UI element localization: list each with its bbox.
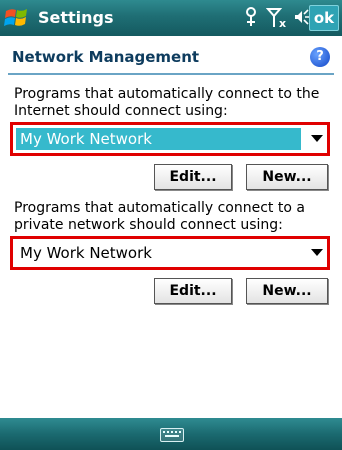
- app-title[interactable]: Settings: [38, 7, 114, 29]
- chevron-down-icon[interactable]: [311, 135, 323, 142]
- new-internet-button[interactable]: New...: [246, 164, 328, 190]
- title-bar: Settings x ok: [0, 0, 342, 36]
- edit-private-button[interactable]: Edit...: [154, 278, 232, 304]
- keyboard-icon[interactable]: [160, 428, 184, 442]
- signal-no-connection-icon[interactable]: x: [265, 7, 290, 34]
- volume-icon[interactable]: [292, 7, 310, 32]
- private-connection-prompt: Programs that automatically connect to a…: [14, 200, 305, 233]
- page-title: Network Management: [12, 48, 200, 66]
- internet-connection-prompt: Programs that automatically connect to t…: [14, 86, 320, 119]
- help-icon[interactable]: ?: [310, 47, 330, 67]
- windows-start-icon[interactable]: [4, 5, 32, 31]
- connectivity-icon[interactable]: [242, 7, 260, 32]
- private-network-dropdown[interactable]: My Work Network: [10, 236, 330, 270]
- chevron-down-icon[interactable]: [311, 249, 323, 256]
- private-network-selected[interactable]: My Work Network: [16, 242, 301, 264]
- internet-network-dropdown[interactable]: My Work Network: [10, 122, 330, 156]
- internet-network-selected[interactable]: My Work Network: [16, 128, 301, 150]
- ok-button[interactable]: ok: [309, 5, 339, 31]
- header-divider: [8, 73, 334, 75]
- svg-text:x: x: [279, 17, 286, 29]
- edit-internet-button[interactable]: Edit...: [154, 164, 232, 190]
- bottom-menu-bar: [0, 418, 342, 450]
- new-private-button[interactable]: New...: [246, 278, 328, 304]
